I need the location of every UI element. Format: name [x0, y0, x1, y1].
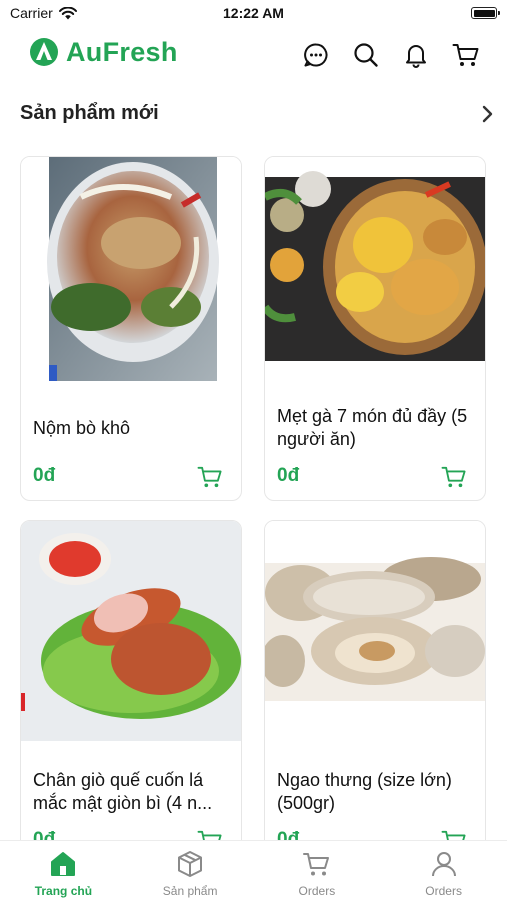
- product-image: [21, 521, 241, 749]
- search-icon: [354, 43, 378, 67]
- product-card[interactable]: Mẹt gà 7 món đủ đầy (5 người ăn) 0đ: [264, 156, 486, 501]
- app-header: AuFresh: [0, 30, 507, 76]
- user-icon: [431, 852, 456, 877]
- product-card[interactable]: Nộm bò khô 0đ: [20, 156, 242, 501]
- nav-label: Orders: [425, 884, 462, 898]
- roast-pork-roll-photo: [21, 521, 241, 741]
- brand-name: AuFresh: [66, 36, 178, 67]
- product-price: 0đ: [33, 465, 56, 486]
- product-card[interactable]: Ngao thưng (size lớn) (500gr) 0đ: [264, 520, 486, 865]
- add-to-cart-icon[interactable]: [441, 465, 467, 489]
- section-title: Sản phẩm mới: [20, 102, 159, 124]
- new-products-header: Sản phẩm mới: [0, 98, 507, 130]
- leaf-logo-icon: [30, 38, 58, 66]
- clams-photo: [265, 557, 485, 701]
- nav-label: Trang chủ: [34, 884, 93, 898]
- nav-orders[interactable]: Orders: [254, 841, 381, 901]
- product-name: Ngao thưng (size lớn) (500gr): [277, 770, 452, 813]
- nav-home[interactable]: Trang chủ: [0, 841, 127, 901]
- bell-icon: [406, 45, 426, 68]
- bottom-nav: Trang chủ Sản phẩm Orders Orders: [0, 840, 507, 901]
- cart-icon: [302, 853, 329, 876]
- add-to-cart-icon[interactable]: [197, 465, 223, 489]
- status-bar: Carrier 12:22 AM: [0, 0, 507, 28]
- product-price: 0đ: [277, 465, 300, 486]
- brand-logo[interactable]: AuFresh: [28, 36, 178, 68]
- cart-button[interactable]: [451, 40, 481, 70]
- search-button[interactable]: [351, 40, 381, 70]
- nav-account[interactable]: Orders: [380, 841, 507, 901]
- product-card[interactable]: Chân giò quế cuốn lá mắc mật giòn bì (4 …: [20, 520, 242, 865]
- salad-bowl-photo: [47, 157, 219, 381]
- chevron-right-icon[interactable]: [477, 104, 497, 124]
- home-icon: [51, 852, 76, 876]
- product-image: [265, 521, 485, 749]
- product-image: [265, 157, 485, 385]
- product-name: Mẹt gà 7 món đủ đầy (5 người ăn): [277, 406, 468, 449]
- product-image: [21, 157, 241, 385]
- product-name: Nộm bò khô: [33, 418, 131, 438]
- chat-icon: [304, 43, 328, 67]
- cart-icon: [452, 44, 479, 66]
- notifications-button[interactable]: [401, 40, 431, 70]
- chicken-platter-photo: [265, 171, 485, 361]
- battery-icon: [471, 7, 500, 19]
- status-time: 12:22 AM: [223, 5, 284, 21]
- nav-label: Sản phẩm: [162, 884, 218, 898]
- chat-button[interactable]: [301, 40, 331, 70]
- box-icon: [178, 851, 203, 877]
- nav-products[interactable]: Sản phẩm: [127, 841, 254, 901]
- nav-label: Orders: [298, 884, 336, 898]
- product-name: Chân giò quế cuốn lá mắc mật giòn bì (4 …: [33, 770, 213, 813]
